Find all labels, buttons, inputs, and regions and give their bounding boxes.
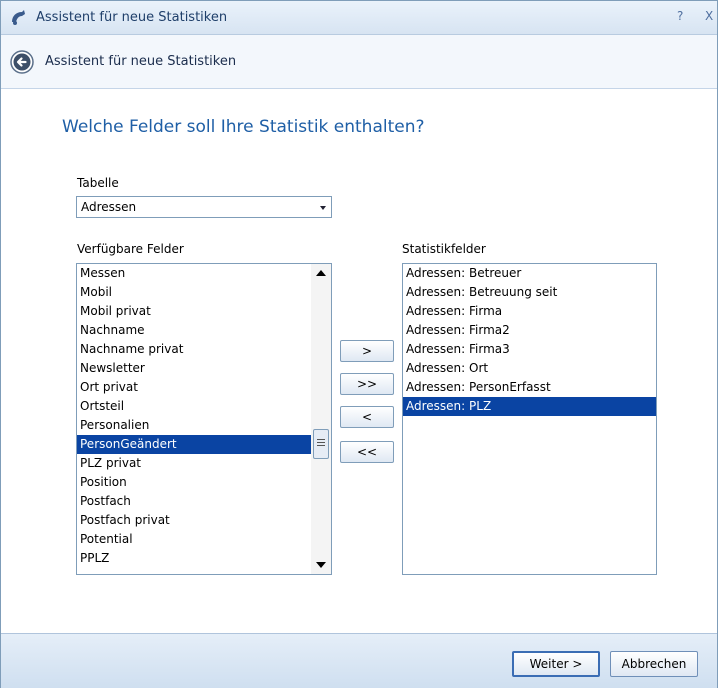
list-item[interactable]: Adressen: Firma2: [403, 321, 656, 340]
back-arrow-icon[interactable]: [10, 50, 34, 74]
scroll-up-icon[interactable]: [316, 270, 326, 276]
list-item[interactable]: Postfach: [77, 492, 311, 511]
scroll-down-icon[interactable]: [316, 562, 326, 568]
list-item[interactable]: Messen: [77, 264, 311, 283]
chevron-down-icon[interactable]: [320, 206, 326, 210]
list-item[interactable]: Adressen: Betreuung seit: [403, 283, 656, 302]
close-button[interactable]: X: [705, 9, 713, 23]
remove-field-button[interactable]: <: [340, 406, 394, 428]
next-button[interactable]: Weiter >: [512, 651, 600, 677]
list-item[interactable]: PersonGeändert: [77, 435, 311, 454]
wizard-header: Assistent für neue Statistiken: [1, 35, 717, 89]
title-bar: Assistent für neue Statistiken ? X: [1, 1, 717, 35]
list-item[interactable]: Adressen: Firma3: [403, 340, 656, 359]
list-item[interactable]: Potential: [77, 530, 311, 549]
statistic-fields-label: Statistikfelder: [402, 242, 486, 256]
list-item[interactable]: Newsletter: [77, 359, 311, 378]
window-title: Assistent für neue Statistiken: [36, 10, 228, 25]
remove-all-fields-button[interactable]: <<: [340, 441, 394, 463]
app-icon: [12, 10, 25, 25]
list-item[interactable]: Adressen: Ort: [403, 359, 656, 378]
list-item[interactable]: PLZ privat: [77, 454, 311, 473]
list-item[interactable]: PPLZ: [77, 549, 311, 568]
list-item[interactable]: Position: [77, 473, 311, 492]
list-item[interactable]: Ortsteil: [77, 397, 311, 416]
list-item[interactable]: Personalien: [77, 416, 311, 435]
list-item[interactable]: Adressen: Betreuer: [403, 264, 656, 283]
list-item[interactable]: Ort privat: [77, 378, 311, 397]
list-item[interactable]: Nachname: [77, 321, 311, 340]
table-combobox-value: Adressen: [81, 200, 137, 214]
header-title: Assistent für neue Statistiken: [45, 54, 237, 69]
help-button[interactable]: ?: [677, 9, 683, 23]
add-field-button[interactable]: >: [340, 340, 394, 362]
list-item[interactable]: Adressen: Firma: [403, 302, 656, 321]
page-question: Welche Felder soll Ihre Statistik enthal…: [62, 117, 425, 137]
list-item[interactable]: Adressen: PersonErfasst: [403, 378, 656, 397]
wizard-window: Assistent für neue Statistiken ? X Assis…: [0, 0, 718, 688]
available-fields-list[interactable]: Messen Mobil Mobil privat Nachname Nachname …: [76, 263, 332, 575]
statistic-fields-list[interactable]: Adressen: Betreuer Adressen: Betreuung se…: [402, 263, 657, 575]
cancel-button[interactable]: Abbrechen: [610, 651, 698, 677]
available-fields-label: Verfügbare Felder: [77, 242, 184, 256]
list-item[interactable]: Nachname privat: [77, 340, 311, 359]
add-all-fields-button[interactable]: >>: [340, 373, 394, 395]
list-item[interactable]: Mobil: [77, 283, 311, 302]
list-item[interactable]: Postfach privat: [77, 511, 311, 530]
scroll-thumb[interactable]: [313, 429, 329, 459]
list-item[interactable]: Adressen: PLZ: [403, 397, 656, 416]
table-combobox[interactable]: Adressen: [76, 196, 332, 218]
list-item[interactable]: Mobil privat: [77, 302, 311, 321]
wizard-footer: Weiter > Abbrechen: [1, 633, 717, 688]
table-label: Tabelle: [77, 176, 119, 190]
scrollbar[interactable]: [311, 264, 331, 574]
